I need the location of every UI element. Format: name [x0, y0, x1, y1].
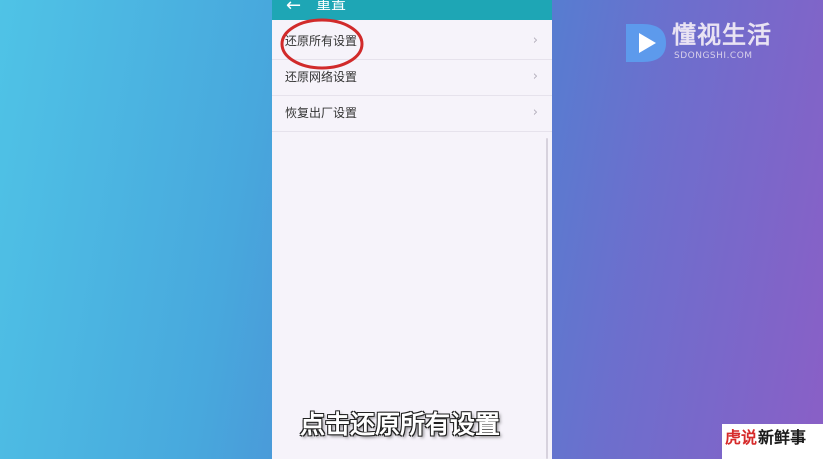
page-title: 重置	[316, 0, 347, 13]
arrow-left-icon[interactable]: ←	[286, 0, 301, 16]
watermark-red-text: 虎说	[725, 428, 758, 447]
list-item-factory-reset[interactable]: 恢复出厂设置 ›	[272, 96, 552, 132]
list-item-label: 恢复出厂设置	[285, 106, 358, 120]
chevron-right-icon: ›	[532, 69, 538, 84]
watermark-black-text: 新鲜事	[758, 428, 807, 447]
scrollbar[interactable]	[546, 138, 548, 459]
watermark: 虎说 新鲜事	[722, 424, 823, 459]
play-logo-icon	[626, 24, 666, 62]
site-logo: 懂视生活 SDONGSHI.COM	[622, 18, 792, 68]
highlight-circle-annotation	[280, 18, 364, 70]
chevron-right-icon: ›	[532, 33, 538, 48]
logo-text: 懂视生活	[672, 21, 772, 49]
chevron-right-icon: ›	[532, 105, 538, 120]
logo-subtext: SDONGSHI.COM	[674, 51, 753, 61]
video-caption: 点击还原所有设置	[300, 410, 501, 439]
